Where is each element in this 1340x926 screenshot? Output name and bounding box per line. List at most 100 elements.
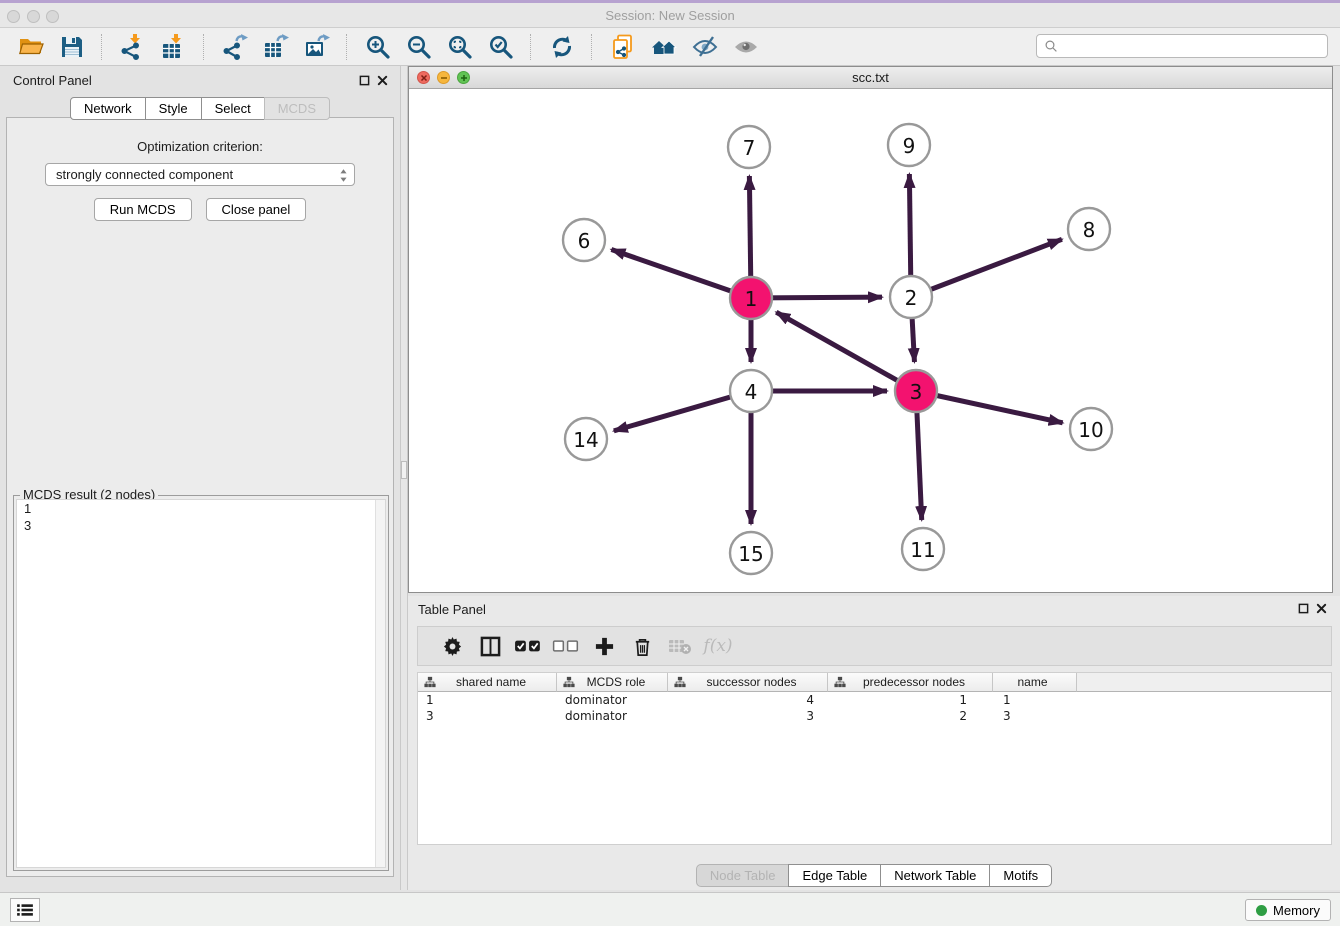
hide-selected-button[interactable] bbox=[684, 31, 725, 63]
node-3[interactable]: 3 bbox=[895, 370, 937, 412]
table-cell[interactable]: 3 bbox=[418, 708, 557, 724]
export-image-button[interactable] bbox=[296, 31, 337, 63]
node-10[interactable]: 10 bbox=[1070, 408, 1112, 450]
node-8[interactable]: 8 bbox=[1068, 208, 1110, 250]
svg-text:15: 15 bbox=[738, 542, 763, 566]
show-all-button[interactable] bbox=[725, 31, 766, 63]
result-scrollbar[interactable] bbox=[375, 500, 385, 867]
table-row[interactable]: 1dominator411 bbox=[418, 692, 1331, 708]
column-header-successor-nodes[interactable]: successor nodes bbox=[668, 673, 828, 692]
tab-edge-table[interactable]: Edge Table bbox=[788, 864, 881, 887]
mcds-result-box: MCDS result (2 nodes) 13 bbox=[13, 495, 389, 871]
mcds-result-lines: 13 bbox=[17, 500, 385, 534]
network-window: scc.txt 7 9 6 8 1 2 4 3 14 10 15 11 bbox=[408, 66, 1333, 593]
table-row[interactable]: 3dominator323 bbox=[418, 708, 1331, 724]
toggle-columns-button[interactable] bbox=[471, 629, 509, 663]
tab-select[interactable]: Select bbox=[201, 97, 265, 120]
node-4[interactable]: 4 bbox=[730, 370, 772, 412]
table-settings-button[interactable] bbox=[433, 629, 471, 663]
run-mcds-button[interactable]: Run MCDS bbox=[94, 198, 192, 221]
import-network-button[interactable] bbox=[112, 31, 153, 63]
table-panel-float-button[interactable] bbox=[1296, 601, 1311, 616]
table-cell[interactable]: 3 bbox=[993, 708, 1077, 724]
close-icon bbox=[1316, 603, 1327, 614]
control-panel-close-button[interactable] bbox=[375, 73, 390, 88]
delete-column-button[interactable] bbox=[623, 629, 661, 663]
open-session-button[interactable] bbox=[10, 31, 51, 63]
column-header-shared-name[interactable]: shared name bbox=[418, 673, 557, 692]
refresh-view-button[interactable] bbox=[541, 31, 582, 63]
zoom-out-button[interactable] bbox=[398, 31, 439, 63]
import-table-button[interactable] bbox=[153, 31, 194, 63]
tree-icon bbox=[674, 676, 686, 688]
export-network-button[interactable] bbox=[214, 31, 255, 63]
zoom-out-icon bbox=[406, 34, 432, 60]
table-cell[interactable]: 1 bbox=[418, 692, 557, 708]
task-history-button[interactable] bbox=[10, 898, 40, 922]
control-panel-tabs: NetworkStyleSelectMCDS bbox=[0, 97, 400, 120]
node-2[interactable]: 2 bbox=[890, 276, 932, 318]
zoom-fit-button[interactable] bbox=[439, 31, 480, 63]
export-network-icon bbox=[222, 34, 248, 60]
edge-2-8[interactable] bbox=[911, 239, 1062, 297]
deselect-all-rows-button[interactable] bbox=[547, 629, 585, 663]
table-cell[interactable]: 3 bbox=[668, 708, 828, 724]
select-all-rows-button[interactable] bbox=[509, 629, 547, 663]
table-cell[interactable]: 2 bbox=[828, 708, 993, 724]
main-toolbar-groups bbox=[10, 31, 766, 63]
column-header-name[interactable]: name bbox=[993, 673, 1077, 692]
table-cell[interactable]: 4 bbox=[668, 692, 828, 708]
column-label: MCDS role bbox=[575, 675, 667, 689]
node-6[interactable]: 6 bbox=[563, 219, 605, 261]
network-graph[interactable]: 7 9 6 8 1 2 4 3 14 10 15 11 bbox=[409, 89, 1332, 592]
toolbar-separator bbox=[101, 34, 103, 60]
network-window-titlebar[interactable]: scc.txt bbox=[409, 67, 1332, 89]
zoom-in-button[interactable] bbox=[357, 31, 398, 63]
network-file-button[interactable] bbox=[602, 31, 643, 63]
close-panel-button[interactable]: Close panel bbox=[206, 198, 307, 221]
svg-text:8: 8 bbox=[1083, 218, 1096, 242]
main-toolbar bbox=[0, 28, 1340, 66]
tab-motifs[interactable]: Motifs bbox=[989, 864, 1052, 887]
tab-mcds[interactable]: MCDS bbox=[264, 97, 330, 120]
hide-selected-icon bbox=[692, 34, 718, 60]
add-column-button[interactable] bbox=[585, 629, 623, 663]
table-cell[interactable]: 1 bbox=[993, 692, 1077, 708]
table-panel-close-button[interactable] bbox=[1314, 601, 1329, 616]
edge-3-1[interactable] bbox=[776, 312, 916, 391]
column-header-predecessor-nodes[interactable]: predecessor nodes bbox=[828, 673, 993, 692]
node-11[interactable]: 11 bbox=[902, 528, 944, 570]
panel-divider-grip[interactable] bbox=[401, 461, 407, 479]
table-cell[interactable]: dominator bbox=[557, 692, 668, 708]
network-canvas[interactable]: 7 9 6 8 1 2 4 3 14 10 15 11 bbox=[409, 89, 1332, 592]
edge-3-10[interactable] bbox=[916, 391, 1063, 423]
node-9[interactable]: 9 bbox=[888, 124, 930, 166]
tab-node-table[interactable]: Node Table bbox=[696, 864, 790, 887]
save-session-button[interactable] bbox=[51, 31, 92, 63]
table-cell[interactable]: 1 bbox=[828, 692, 993, 708]
mcds-result-area[interactable]: 13 bbox=[16, 499, 386, 868]
node-1[interactable]: 1 bbox=[730, 277, 772, 319]
open-session-icon bbox=[18, 34, 44, 60]
node-14[interactable]: 14 bbox=[565, 418, 607, 460]
tab-network[interactable]: Network bbox=[70, 97, 146, 120]
memory-button[interactable]: Memory bbox=[1245, 899, 1331, 921]
close-icon bbox=[377, 75, 388, 86]
app-title: Session: New Session bbox=[0, 8, 1340, 23]
app-window: Session: New Session Control Panel Netwo… bbox=[0, 0, 1340, 926]
result-line: 1 bbox=[17, 500, 385, 517]
column-header-mcds-role[interactable]: MCDS role bbox=[557, 673, 668, 692]
export-table-button[interactable] bbox=[255, 31, 296, 63]
tab-network-table[interactable]: Network Table bbox=[880, 864, 990, 887]
zoom-selected-button[interactable] bbox=[480, 31, 521, 63]
optimization-dropdown[interactable]: strongly connected component bbox=[45, 163, 355, 186]
node-15[interactable]: 15 bbox=[730, 532, 772, 574]
table-cell[interactable]: dominator bbox=[557, 708, 668, 724]
node-7[interactable]: 7 bbox=[728, 126, 770, 168]
home-view-button[interactable] bbox=[643, 31, 684, 63]
control-panel-float-button[interactable] bbox=[357, 73, 372, 88]
network-file-icon bbox=[610, 34, 636, 60]
search-input[interactable] bbox=[1063, 36, 1327, 56]
tab-style[interactable]: Style bbox=[145, 97, 202, 120]
search-field bbox=[1036, 34, 1328, 58]
